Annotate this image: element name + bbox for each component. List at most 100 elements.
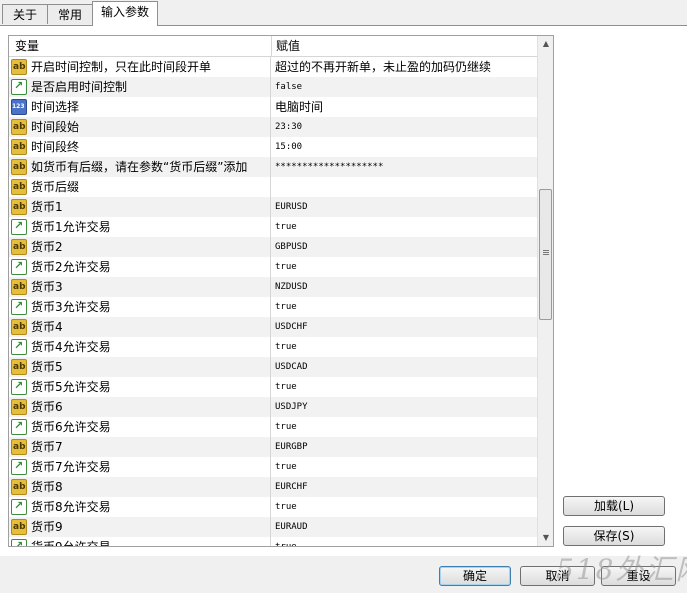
variable-cell[interactable]: 货币3允许交易 bbox=[9, 297, 271, 317]
value-cell[interactable]: true bbox=[272, 297, 537, 317]
grid-row[interactable]: 货币7 EURGBP bbox=[9, 437, 537, 457]
tab-common[interactable]: 常用 bbox=[47, 4, 93, 24]
grid-row[interactable]: 开启时间控制，只在此时间段开单 超过的不再开新单，未止盈的加码仍继续 bbox=[9, 57, 537, 77]
variable-cell[interactable]: 开启时间控制，只在此时间段开单 bbox=[9, 57, 271, 77]
variable-cell[interactable]: 货币4允许交易 bbox=[9, 337, 271, 357]
load-button[interactable]: 加载(L) bbox=[563, 496, 665, 516]
variable-name: 货币3允许交易 bbox=[31, 300, 111, 314]
grid-row[interactable]: 货币7允许交易 true bbox=[9, 457, 537, 477]
value-cell[interactable]: 15:00 bbox=[272, 137, 537, 157]
text-type-icon bbox=[11, 359, 27, 375]
variable-cell[interactable]: 货币2 bbox=[9, 237, 271, 257]
variable-cell[interactable]: 货币6允许交易 bbox=[9, 417, 271, 437]
value-cell[interactable]: true bbox=[272, 217, 537, 237]
grid-row[interactable]: 如货币有后缀，请在参数“货币后缀”添加 ******************** bbox=[9, 157, 537, 177]
variable-cell[interactable]: 货币1 bbox=[9, 197, 271, 217]
value-cell[interactable]: ******************** bbox=[272, 157, 537, 177]
scrollbar-thumb[interactable] bbox=[539, 189, 552, 320]
variable-cell[interactable]: 货币5 bbox=[9, 357, 271, 377]
value-cell[interactable]: true bbox=[272, 537, 537, 546]
variable-cell[interactable]: 货币6 bbox=[9, 397, 271, 417]
grid-row[interactable]: 时间选择 电脑时间 bbox=[9, 97, 537, 117]
grid-row[interactable]: 是否启用时间控制 false bbox=[9, 77, 537, 97]
grid-row[interactable]: 货币2允许交易 true bbox=[9, 257, 537, 277]
grid-row[interactable]: 货币4 USDCHF bbox=[9, 317, 537, 337]
boolean-type-icon bbox=[11, 79, 27, 95]
variable-cell[interactable]: 货币2允许交易 bbox=[9, 257, 271, 277]
value-cell[interactable]: USDJPY bbox=[272, 397, 537, 417]
value-cell[interactable]: EURUSD bbox=[272, 197, 537, 217]
variable-name: 货币3 bbox=[31, 280, 63, 294]
variable-cell[interactable]: 是否启用时间控制 bbox=[9, 77, 271, 97]
variable-name: 货币1允许交易 bbox=[31, 220, 111, 234]
column-header-value[interactable]: 赋值 bbox=[276, 36, 300, 56]
value-cell[interactable]: EURGBP bbox=[272, 437, 537, 457]
variable-cell[interactable]: 货币9 bbox=[9, 517, 271, 537]
save-button[interactable]: 保存(S) bbox=[563, 526, 665, 546]
column-divider[interactable] bbox=[271, 36, 272, 56]
variable-cell[interactable]: 货币8允许交易 bbox=[9, 497, 271, 517]
variable-name: 货币5 bbox=[31, 360, 63, 374]
column-header-variable[interactable]: 变量 bbox=[15, 36, 39, 56]
variable-cell[interactable]: 货币4 bbox=[9, 317, 271, 337]
value-cell[interactable]: true bbox=[272, 377, 537, 397]
grid-row[interactable]: 货币后缀 bbox=[9, 177, 537, 197]
grid-row[interactable]: 货币2 GBPUSD bbox=[9, 237, 537, 257]
variable-cell[interactable]: 货币8 bbox=[9, 477, 271, 497]
grid-row[interactable]: 货币4允许交易 true bbox=[9, 337, 537, 357]
value-cell[interactable]: false bbox=[272, 77, 537, 97]
vertical-scrollbar[interactable]: ▲ ▼ bbox=[537, 36, 553, 546]
value-cell[interactable]: true bbox=[272, 457, 537, 477]
value-cell[interactable] bbox=[272, 177, 537, 197]
variable-cell[interactable]: 货币9允许交易 bbox=[9, 537, 271, 546]
grid-row[interactable]: 货币1允许交易 true bbox=[9, 217, 537, 237]
scroll-down-arrow-icon[interactable]: ▼ bbox=[538, 530, 553, 546]
value-cell[interactable]: true bbox=[272, 417, 537, 437]
grid-row[interactable]: 货币6 USDJPY bbox=[9, 397, 537, 417]
value-cell[interactable]: true bbox=[272, 497, 537, 517]
variable-name: 货币7 bbox=[31, 440, 63, 454]
grid-row[interactable]: 货币3 NZDUSD bbox=[9, 277, 537, 297]
ok-button[interactable]: 确定 bbox=[439, 566, 511, 586]
boolean-type-icon bbox=[11, 339, 27, 355]
variable-cell[interactable]: 时间段终 bbox=[9, 137, 271, 157]
variable-cell[interactable]: 货币后缀 bbox=[9, 177, 271, 197]
grid-row[interactable]: 货币1 EURUSD bbox=[9, 197, 537, 217]
grid-row[interactable]: 货币6允许交易 true bbox=[9, 417, 537, 437]
value-cell[interactable]: 23:30 bbox=[272, 117, 537, 137]
grid-row[interactable]: 货币8 EURCHF bbox=[9, 477, 537, 497]
grid-row[interactable]: 货币5允许交易 true bbox=[9, 377, 537, 397]
value-cell[interactable]: USDCHF bbox=[272, 317, 537, 337]
grid-row[interactable]: 货币3允许交易 true bbox=[9, 297, 537, 317]
grid-row[interactable]: 时间段始 23:30 bbox=[9, 117, 537, 137]
variable-cell[interactable]: 货币1允许交易 bbox=[9, 217, 271, 237]
value-cell[interactable]: true bbox=[272, 337, 537, 357]
value-cell[interactable]: EURAUD bbox=[272, 517, 537, 537]
variable-cell[interactable]: 货币7 bbox=[9, 437, 271, 457]
variable-name: 货币后缀 bbox=[31, 180, 80, 194]
value-cell[interactable]: 超过的不再开新单，未止盈的加码仍继续 bbox=[272, 57, 537, 77]
boolean-type-icon bbox=[11, 419, 27, 435]
variable-cell[interactable]: 时间选择 bbox=[9, 97, 271, 117]
grid-row[interactable]: 货币5 USDCAD bbox=[9, 357, 537, 377]
value-cell[interactable]: NZDUSD bbox=[272, 277, 537, 297]
grid-row[interactable]: 货币9允许交易 true bbox=[9, 537, 537, 546]
scroll-up-arrow-icon[interactable]: ▲ bbox=[538, 36, 553, 52]
variable-name: 如货币有后缀，请在参数“货币后缀”添加 bbox=[31, 160, 248, 174]
tab-about[interactable]: 关于 bbox=[2, 4, 48, 24]
tab-input-parameters[interactable]: 输入参数 bbox=[92, 1, 158, 26]
text-type-icon bbox=[11, 239, 27, 255]
value-cell[interactable]: EURCHF bbox=[272, 477, 537, 497]
variable-cell[interactable]: 货币5允许交易 bbox=[9, 377, 271, 397]
grid-row[interactable]: 货币9 EURAUD bbox=[9, 517, 537, 537]
variable-cell[interactable]: 货币3 bbox=[9, 277, 271, 297]
variable-cell[interactable]: 时间段始 bbox=[9, 117, 271, 137]
variable-cell[interactable]: 货币7允许交易 bbox=[9, 457, 271, 477]
value-cell[interactable]: USDCAD bbox=[272, 357, 537, 377]
value-cell[interactable]: GBPUSD bbox=[272, 237, 537, 257]
value-cell[interactable]: true bbox=[272, 257, 537, 277]
value-cell[interactable]: 电脑时间 bbox=[272, 97, 537, 117]
variable-cell[interactable]: 如货币有后缀，请在参数“货币后缀”添加 bbox=[9, 157, 271, 177]
grid-row[interactable]: 时间段终 15:00 bbox=[9, 137, 537, 157]
grid-row[interactable]: 货币8允许交易 true bbox=[9, 497, 537, 517]
